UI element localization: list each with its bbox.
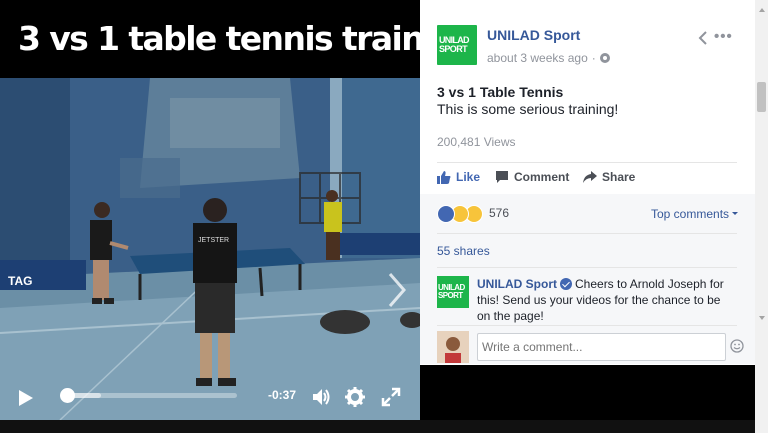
table-tennis-scene: TAG JETSTER xyxy=(0,78,420,420)
post-meta: about 3 weeks ago · xyxy=(487,51,610,65)
post-panel: UNILAD SPORT UNILAD Sport about 3 weeks … xyxy=(420,0,755,365)
scrollbar[interactable] xyxy=(755,0,768,433)
divider xyxy=(437,162,737,163)
video-frame[interactable]: TAG JETSTER xyxy=(0,78,420,420)
like-label: Like xyxy=(456,170,481,184)
comment: UNILAD Sport Cheers to Arnold Joseph for … xyxy=(477,276,729,324)
thumbs-up-icon xyxy=(437,171,451,184)
comment-label: Comment xyxy=(514,170,570,184)
like-reaction-icon xyxy=(437,205,455,223)
video-player[interactable]: 3 vs 1 table tennis training xyxy=(0,0,420,420)
verified-badge-icon xyxy=(560,278,572,290)
jersey-text: JETSTER xyxy=(198,237,229,244)
divider xyxy=(437,267,737,268)
share-label: Share xyxy=(602,170,636,184)
commenter-avatar[interactable]: UNILAD SPORT xyxy=(437,276,469,308)
video-controls: -0:37 xyxy=(0,378,420,420)
top-comments-dropdown[interactable]: Top comments xyxy=(651,207,739,221)
globe-icon xyxy=(599,53,610,63)
divider xyxy=(437,233,737,234)
next-video-arrow-icon[interactable] xyxy=(384,270,410,310)
caret-down-icon xyxy=(732,212,739,215)
engagement-section: 576 Top comments 55 shares UNILAD SPORT … xyxy=(420,194,755,364)
scroll-thumb[interactable] xyxy=(757,82,766,112)
play-icon[interactable] xyxy=(16,388,36,408)
emoji-icon[interactable] xyxy=(730,339,744,353)
video-overlay-title: 3 vs 1 table tennis training xyxy=(0,0,420,78)
share-button[interactable]: Share xyxy=(583,170,635,188)
view-count: 200,481 Views xyxy=(437,135,516,149)
post-title: 3 vs 1 Table Tennis xyxy=(437,84,564,100)
top-comments-label: Top comments xyxy=(651,207,730,221)
avatar-text-sport: SPORT xyxy=(438,291,463,300)
time-remaining: -0:37 xyxy=(268,388,297,402)
page-bottom-edge xyxy=(0,420,768,433)
comment-button[interactable]: Comment xyxy=(495,170,569,188)
settings-gear-icon[interactable] xyxy=(344,386,366,408)
post-text: This is some serious training! xyxy=(437,101,619,117)
share-arrow-icon xyxy=(583,171,597,183)
chevron-left-icon[interactable] xyxy=(696,30,710,46)
progress-handle[interactable] xyxy=(60,388,76,403)
divider xyxy=(437,325,737,326)
reaction-count[interactable]: 576 xyxy=(489,206,509,220)
more-options-icon[interactable]: ••• xyxy=(714,28,733,45)
user-photo xyxy=(437,331,469,363)
banner-text: TAG xyxy=(8,274,32,288)
page-name-link[interactable]: UNILAD Sport xyxy=(487,27,580,43)
page-logo-avatar[interactable]: UNILAD SPORT xyxy=(437,25,477,65)
current-user-avatar[interactable] xyxy=(437,331,469,363)
scroll-down-arrow-icon[interactable] xyxy=(759,316,765,320)
post-timestamp[interactable]: about 3 weeks ago xyxy=(487,51,588,65)
reaction-icons[interactable] xyxy=(437,205,489,223)
volume-icon[interactable] xyxy=(310,386,332,408)
logo-text-sport: SPORT xyxy=(439,44,468,54)
scroll-up-arrow-icon[interactable] xyxy=(759,8,765,12)
fullscreen-icon[interactable] xyxy=(380,386,402,408)
progress-bar[interactable] xyxy=(60,388,237,403)
comment-input[interactable] xyxy=(477,333,726,361)
shares-count[interactable]: 55 shares xyxy=(437,244,490,258)
comment-bubble-icon xyxy=(496,171,508,183)
like-button[interactable]: Like xyxy=(437,170,480,188)
video-lightbox: 3 vs 1 table tennis training xyxy=(0,0,768,433)
meta-separator: · xyxy=(591,51,596,65)
comment-author[interactable]: UNILAD Sport xyxy=(477,277,557,291)
